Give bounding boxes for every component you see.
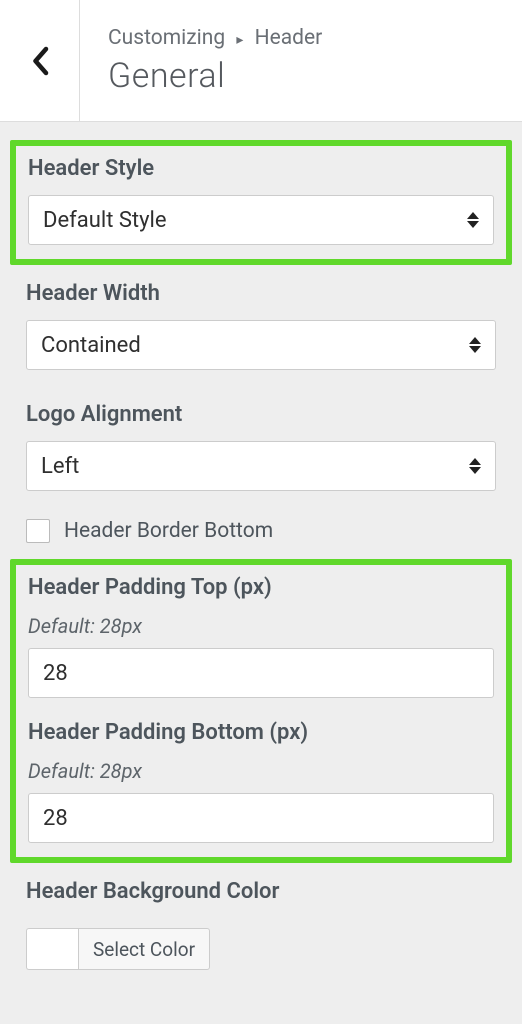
field-padding-bottom: Header Padding Bottom (px) Default: 28px… (28, 720, 494, 843)
label-header-border-bottom: Header Border Bottom (64, 519, 273, 543)
label-bg-color: Header Background Color (26, 879, 496, 904)
breadcrumb: Customizing ▸ Header (108, 26, 494, 50)
page-title: General (108, 56, 494, 96)
breadcrumb-root: Customizing (108, 26, 225, 50)
select-value: Default Style (43, 208, 467, 233)
select-value: Contained (41, 333, 469, 358)
label-header-style: Header Style (28, 156, 494, 181)
hint-padding-top: Default: 28px (28, 614, 494, 638)
settings-panel: Header Style Default Style Header Width … (0, 122, 522, 994)
input-padding-top[interactable]: 28 (28, 648, 494, 698)
checkbox-header-border-bottom[interactable] (26, 519, 50, 543)
field-header-width: Header Width Contained (10, 271, 512, 386)
input-value: 28 (43, 806, 68, 831)
customizer-header: Customizing ▸ Header General (0, 0, 522, 122)
chevron-left-icon (29, 46, 51, 76)
header-text: Customizing ▸ Header General (80, 0, 522, 121)
breadcrumb-section: Header (255, 26, 323, 50)
field-padding-top: Header Padding Top (px) Default: 28px 28 (28, 575, 494, 698)
back-button[interactable] (0, 0, 80, 121)
field-logo-alignment: Logo Alignment Left (10, 392, 512, 507)
color-picker-row: Select Color (10, 928, 512, 982)
label-padding-top: Header Padding Top (px) (28, 575, 494, 600)
field-header-padding: Header Padding Top (px) Default: 28px 28… (10, 559, 512, 863)
field-header-border-bottom[interactable]: Header Border Bottom (10, 513, 512, 551)
input-padding-bottom[interactable]: 28 (28, 793, 494, 843)
select-arrows-icon (469, 458, 481, 474)
label-header-width: Header Width (26, 281, 496, 306)
field-bg-color: Header Background Color (10, 869, 512, 922)
label-logo-alignment: Logo Alignment (26, 402, 496, 427)
select-header-style[interactable]: Default Style (28, 195, 494, 245)
select-header-width[interactable]: Contained (26, 320, 496, 370)
select-logo-alignment[interactable]: Left (26, 441, 496, 491)
field-header-style: Header Style Default Style (10, 140, 512, 265)
hint-padding-bottom: Default: 28px (28, 759, 494, 783)
select-arrows-icon (467, 212, 479, 228)
breadcrumb-separator-icon: ▸ (236, 32, 243, 48)
select-value: Left (41, 454, 469, 479)
label-padding-bottom: Header Padding Bottom (px) (28, 720, 494, 745)
color-swatch[interactable] (26, 928, 78, 970)
select-arrows-icon (469, 337, 481, 353)
select-color-label: Select Color (93, 938, 195, 961)
input-value: 28 (43, 661, 68, 686)
select-color-button[interactable]: Select Color (78, 928, 210, 970)
